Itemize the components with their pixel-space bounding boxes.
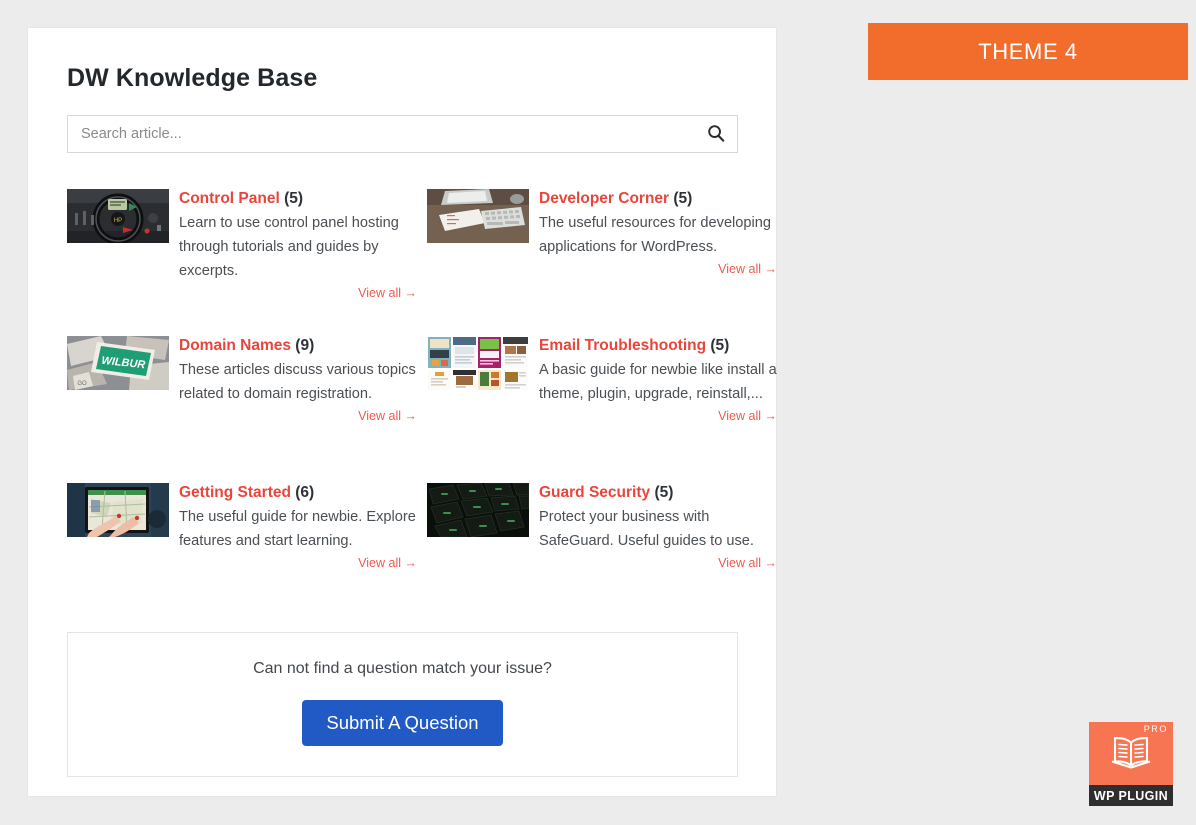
category-heading: Guard Security (5) — [539, 483, 777, 503]
view-all-link[interactable]: View all → — [539, 556, 777, 570]
category-thumbnail-email-troubleshooting[interactable] — [427, 336, 529, 390]
knowledge-base-card: DW Knowledge Base Search article... HP C… — [27, 27, 777, 797]
category-description: Learn to use control panel hosting throu… — [179, 215, 399, 279]
view-all-link[interactable]: View all → — [539, 262, 777, 276]
category-title-link[interactable]: Developer Corner — [539, 190, 669, 207]
pro-badge[interactable]: PRO WP PLUGIN — [1089, 722, 1173, 806]
category-description: The useful resources for developing appl… — [539, 215, 772, 255]
category-description: The useful guide for newbie. Explore fea… — [179, 509, 416, 549]
search-button[interactable] — [703, 121, 729, 147]
category-heading: Domain Names (9) — [179, 336, 417, 356]
category-item: Guard Security (5) Protect your business… — [427, 483, 777, 603]
category-title-link[interactable]: Email Troubleshooting — [539, 337, 706, 354]
category-count: (6) — [295, 484, 315, 501]
category-description: Protect your business with SafeGuard. Us… — [539, 509, 754, 549]
category-thumbnail-guard-security[interactable] — [427, 483, 529, 537]
theme-banner: THEME 4 — [868, 23, 1188, 80]
category-item: WILBUR GO Domain Names (9) These article… — [67, 336, 417, 456]
category-count: (9) — [295, 337, 315, 354]
category-thumbnail-control-panel[interactable]: HP — [67, 189, 169, 243]
category-item: HP Control Panel (5) Learn to use contro… — [67, 189, 417, 309]
category-title-link[interactable]: Getting Started — [179, 484, 291, 501]
category-grid: HP Control Panel (5) Learn to use contro… — [67, 189, 777, 630]
category-heading: Email Troubleshooting (5) — [539, 336, 777, 356]
open-book-icon — [1108, 734, 1154, 775]
search-icon — [707, 124, 725, 145]
view-all-link[interactable]: View all → — [179, 556, 417, 570]
category-heading: Developer Corner (5) — [539, 189, 777, 209]
category-title-link[interactable]: Domain Names — [179, 337, 291, 354]
search-input[interactable] — [68, 116, 737, 152]
view-all-link[interactable]: View all → — [179, 409, 417, 423]
view-all-link[interactable]: View all → — [179, 286, 417, 300]
view-all-link[interactable]: View all → — [539, 409, 777, 423]
category-item: Developer Corner (5) The useful resource… — [427, 189, 777, 309]
svg-text:GO: GO — [77, 381, 87, 387]
category-body: Developer Corner (5) The useful resource… — [539, 189, 777, 309]
category-title-link[interactable]: Control Panel — [179, 190, 280, 207]
category-count: (5) — [284, 190, 304, 207]
category-count: (5) — [710, 337, 730, 354]
category-item: Email Troubleshooting (5) A basic guide … — [427, 336, 777, 456]
category-heading: Getting Started (6) — [179, 483, 417, 503]
category-description: These articles discuss various topics re… — [179, 362, 416, 402]
category-body: Email Troubleshooting (5) A basic guide … — [539, 336, 777, 456]
category-body: Domain Names (9) These articles discuss … — [179, 336, 417, 456]
category-item: Getting Started (6) The useful guide for… — [67, 483, 417, 603]
wp-plugin-label: WP PLUGIN — [1089, 785, 1173, 806]
search-bar — [67, 115, 738, 153]
category-body: Guard Security (5) Protect your business… — [539, 483, 777, 603]
pro-badge-top: PRO — [1089, 722, 1173, 785]
category-heading: Control Panel (5) — [179, 189, 417, 209]
category-thumbnail-developer-corner[interactable] — [427, 189, 529, 243]
category-thumbnail-domain-names[interactable]: WILBUR GO — [67, 336, 169, 390]
category-description: A basic guide for newbie like install a … — [539, 362, 777, 402]
category-count: (5) — [673, 190, 693, 207]
submit-question-button[interactable]: Submit A Question — [302, 700, 503, 747]
pro-label: PRO — [1143, 724, 1168, 734]
category-thumbnail-getting-started[interactable] — [67, 483, 169, 537]
cta-text: Can not find a question match your issue… — [253, 660, 552, 677]
svg-text:HP: HP — [114, 218, 122, 224]
category-title-link[interactable]: Guard Security — [539, 484, 650, 501]
category-count: (5) — [654, 484, 674, 501]
page-title: DW Knowledge Base — [67, 64, 318, 92]
category-body: Getting Started (6) The useful guide for… — [179, 483, 417, 603]
theme-banner-label: THEME 4 — [978, 38, 1078, 64]
category-body: Control Panel (5) Learn to use control p… — [179, 189, 417, 309]
submit-question-box: Can not find a question match your issue… — [67, 632, 738, 778]
